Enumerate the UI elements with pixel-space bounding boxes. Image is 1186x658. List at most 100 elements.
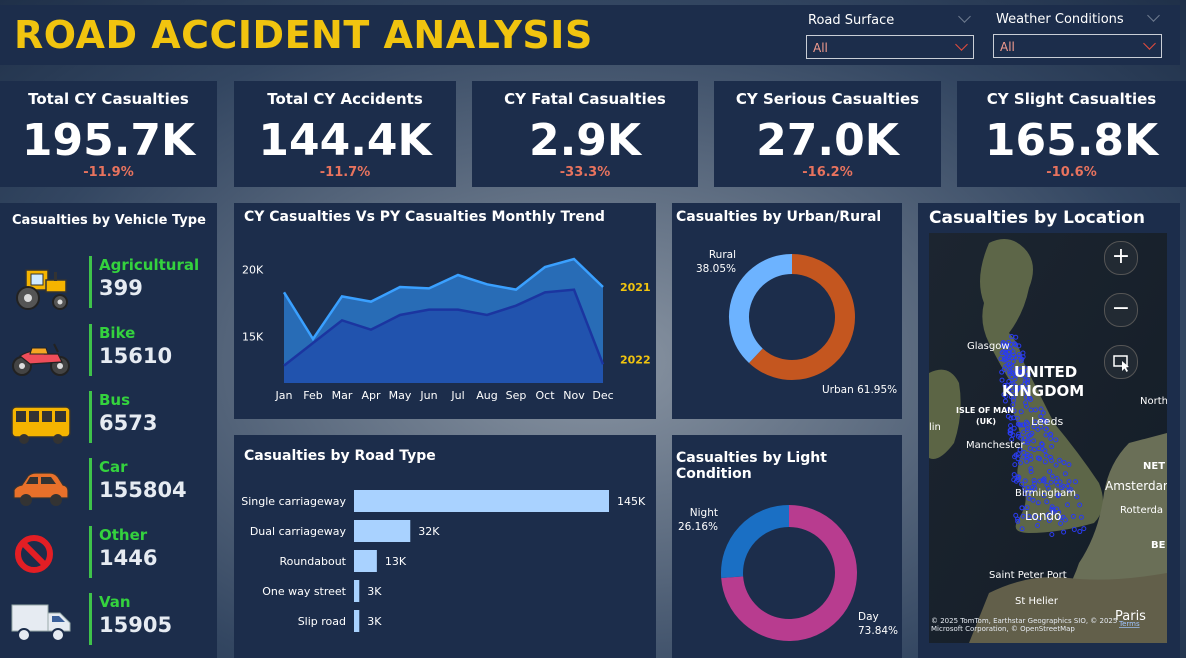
category-label: One way street xyxy=(262,585,346,598)
x-tick-label: Mar xyxy=(332,389,353,402)
prohibited-icon xyxy=(15,535,53,573)
car-icon xyxy=(13,472,69,506)
map-canvas[interactable]: Glasgow UNITED KINGDOM ISLE OF MAN (UK) … xyxy=(929,233,1167,643)
slice-label: Rural xyxy=(709,249,736,261)
x-tick-label: Oct xyxy=(535,389,555,402)
series-label-2021: 2021 xyxy=(620,281,651,294)
data-label: 145K xyxy=(617,495,646,508)
map-title: Casualties by Location xyxy=(929,208,1145,228)
slice-label: Night xyxy=(690,507,718,519)
data-label: 32K xyxy=(418,525,440,538)
road-type-chart: Casualties by Road Type Single carriagew… xyxy=(234,435,656,658)
kpi-value: 165.8K xyxy=(984,115,1159,166)
vehicle-label: Bike xyxy=(99,324,136,342)
vehicle-label: Other xyxy=(99,526,148,544)
x-tick-label: Dec xyxy=(592,389,613,402)
zoom-out-button[interactable]: − xyxy=(1104,293,1138,327)
chevron-down-icon xyxy=(955,38,968,51)
chevron-down-icon xyxy=(1147,9,1160,22)
vehicle-value: 399 xyxy=(99,276,143,300)
map-terms-link[interactable]: Terms xyxy=(1118,620,1140,628)
page-title: ROAD ACCIDENT ANALYSIS xyxy=(14,13,593,57)
trend-chart-svg: 2021 2022 15K 20K Jan Feb Mar Apr May Jun Jul Aug Se… xyxy=(242,257,651,402)
x-tick-label: Apr xyxy=(361,389,381,402)
kpi-card-fatal-casualties: CY Fatal Casualties 2.9K -33.3% xyxy=(472,81,698,187)
accent-bar xyxy=(89,526,92,578)
kpi-card-total-casualties: Total CY Casualties 195.7K -11.9% xyxy=(0,81,217,187)
kpi-card-total-accidents: Total CY Accidents 144.4K -11.7% xyxy=(234,81,456,187)
data-label: 13K xyxy=(385,555,407,568)
tractor-icon xyxy=(16,269,68,310)
kpi-value: 195.7K xyxy=(21,115,196,166)
monthly-trend-chart: CY Casualties Vs PY Casualties Monthly T… xyxy=(234,203,656,419)
vehicle-value: 15905 xyxy=(99,613,173,637)
x-tick-label: Nov xyxy=(563,389,585,402)
light-condition-donut-svg: Day 73.84% Night 26.16% xyxy=(678,505,898,641)
x-tick-label: Jan xyxy=(275,389,293,402)
map-label-birmingham: Birmingham xyxy=(1015,488,1076,499)
x-tick-label: Aug xyxy=(476,389,497,402)
kpi-card-slight-casualties: CY Slight Casualties 165.8K -10.6% xyxy=(957,81,1186,187)
map-label-st-helier: St Helier xyxy=(1015,596,1059,607)
bar xyxy=(354,520,411,542)
vehicle-label: Agricultural xyxy=(99,256,200,274)
vehicle-row-van: Van 15905 xyxy=(0,593,217,653)
vehicle-value: 155804 xyxy=(99,478,187,502)
kpi-title: Total CY Accidents xyxy=(267,90,423,108)
vehicle-type-panel: Casualties by Vehicle Type Agricultural … xyxy=(0,203,217,658)
kpi-value: 144.4K xyxy=(258,115,432,166)
y-tick-label: 15K xyxy=(242,330,264,343)
map-label-uk: (UK) xyxy=(976,417,996,426)
map-attribution-text: © 2025 TomTom, Earthstar Geographics SIO… xyxy=(931,617,1118,633)
x-tick-label: Jul xyxy=(450,389,464,402)
map-label-kingdom: KINGDOM xyxy=(1002,382,1084,400)
motorbike-icon xyxy=(12,343,70,376)
kpi-title: CY Slight Casualties xyxy=(986,90,1157,108)
location-map-panel: Casualties by Location Glasgow UNITED KI… xyxy=(918,203,1180,658)
x-tick-label: Sep xyxy=(506,389,527,402)
select-area-button[interactable] xyxy=(1104,345,1138,379)
series-label-2022: 2022 xyxy=(620,353,651,366)
kpi-title: Total CY Casualties xyxy=(28,90,189,108)
bar xyxy=(354,580,360,602)
kpi-change: -33.3% xyxy=(559,165,611,180)
map-label-manchester: Manchester xyxy=(966,440,1025,451)
vehicle-value: 1446 xyxy=(99,546,158,570)
x-tick-label: Jun xyxy=(419,389,437,402)
map-label-isle-of-man: ISLE OF MAN xyxy=(956,406,1014,415)
chevron-down-icon xyxy=(958,10,971,23)
chevron-down-icon xyxy=(1143,37,1156,50)
kpi-value: 2.9K xyxy=(528,115,642,166)
donut-slice-night xyxy=(721,505,790,578)
map-label-dublin: lin xyxy=(929,422,941,433)
road-surface-dropdown[interactable]: All xyxy=(806,35,974,59)
road-surface-label: Road Surface xyxy=(808,13,895,28)
accent-bar xyxy=(89,256,92,308)
urban-rural-donut-svg: Urban 61.95% Rural 38.05% xyxy=(696,249,897,396)
category-label: Dual carriageway xyxy=(250,525,347,538)
kpi-change: -16.2% xyxy=(802,165,853,180)
zoom-in-button[interactable]: + xyxy=(1104,241,1138,275)
kpi-card-serious-casualties: CY Serious Casualties 27.0K -16.2% xyxy=(714,81,941,187)
vehicle-row-car: Car 155804 xyxy=(0,458,217,518)
urban-rural-chart: Casualties by Urban/Rural Urban 61.95% Ru… xyxy=(672,203,902,419)
bar xyxy=(354,610,360,632)
kpi-value: 27.0K xyxy=(756,115,899,166)
vehicle-label: Bus xyxy=(99,391,131,409)
van-icon xyxy=(11,604,71,642)
road-type-chart-svg: Single carriageway 145K Dual carriageway 32… xyxy=(241,490,646,632)
vehicle-label: Car xyxy=(99,458,128,476)
slice-percent: 73.84% xyxy=(858,625,898,637)
kpi-change: -10.6% xyxy=(1046,165,1097,180)
select-area-icon xyxy=(1113,355,1129,372)
vehicle-value: 6573 xyxy=(99,411,158,435)
category-label: Single carriageway xyxy=(241,495,346,508)
vehicle-row-agricultural: Agricultural 399 xyxy=(0,256,217,316)
y-tick-label: 20K xyxy=(242,264,264,277)
weather-conditions-dropdown[interactable]: All xyxy=(993,34,1162,58)
category-label: Roundabout xyxy=(279,555,346,568)
vehicle-panel-title: Casualties by Vehicle Type xyxy=(12,213,206,228)
slice-label: Day xyxy=(858,611,879,623)
kpi-change: -11.9% xyxy=(83,165,134,180)
donut-slice-rural xyxy=(729,254,793,364)
